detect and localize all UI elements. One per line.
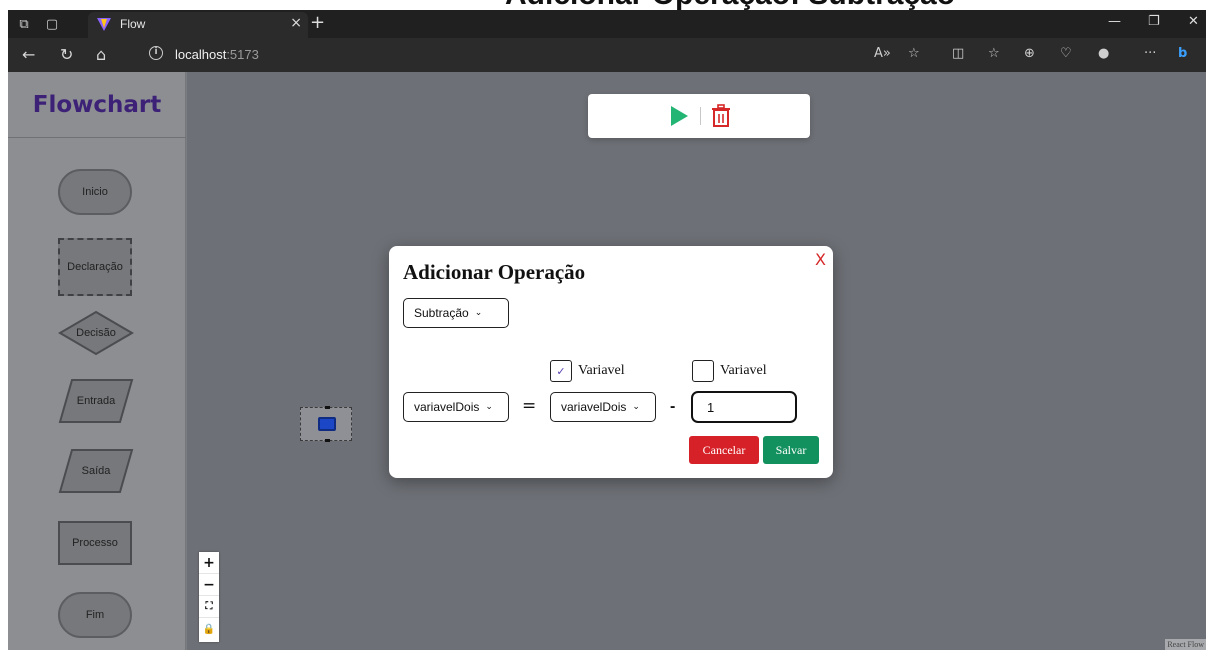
- right-variable-checkbox[interactable]: ✓: [550, 360, 572, 382]
- palette-node-label: Fim: [85, 609, 105, 621]
- palette-node-label: Declaração: [67, 261, 123, 273]
- right-variable-checkbox-label: Variavel: [578, 363, 625, 378]
- operand-variable-toggle[interactable]: Variavel: [692, 360, 767, 382]
- copilot-icon[interactable]: b: [1178, 46, 1187, 61]
- url-field[interactable]: i localhost:5173: [143, 43, 1163, 67]
- source-variable-value: variavelDois: [561, 400, 627, 414]
- source-variable-select[interactable]: variavelDois ⌄: [550, 392, 656, 422]
- target-variable-select[interactable]: variavelDois ⌄: [403, 392, 509, 422]
- save-button[interactable]: Salvar: [763, 436, 819, 464]
- app-brand: Flowchart: [8, 72, 186, 138]
- workspaces-icon[interactable]: ⧉: [14, 14, 34, 34]
- operand-variable-checkbox-label: Variavel: [720, 363, 767, 378]
- play-icon[interactable]: [668, 105, 690, 127]
- palette-node-fim[interactable]: Fim: [58, 592, 132, 638]
- refresh-icon[interactable]: ↻: [60, 45, 73, 64]
- tab-bar: ⧉ ▢ Flow × + — ❐ ✕: [8, 10, 1206, 38]
- tab-close-icon[interactable]: ×: [290, 15, 302, 31]
- operand-value-input[interactable]: [691, 391, 797, 423]
- react-flow-attribution[interactable]: React Flow: [1165, 639, 1206, 650]
- operator-sign: -: [670, 398, 676, 415]
- palette-node-saida[interactable]: Saída: [58, 448, 134, 494]
- palette-node-label: Processo: [72, 537, 118, 549]
- close-window-icon[interactable]: ✕: [1188, 14, 1199, 29]
- add-operation-dialog: X Adicionar Operação Subtração ⌄ ✓ Varia…: [389, 246, 833, 478]
- flow-node-body: [318, 417, 336, 431]
- palette-node-processo[interactable]: Processo: [58, 521, 132, 565]
- dialog-title: Adicionar Operação: [403, 260, 586, 284]
- flow-node[interactable]: [300, 406, 352, 442]
- more-options-icon[interactable]: ···: [1144, 46, 1156, 61]
- minimize-icon[interactable]: —: [1108, 14, 1121, 29]
- url-text: localhost:5173: [175, 47, 259, 62]
- palette-node-label: Inicio: [82, 186, 108, 198]
- canvas-toolbar: [588, 94, 810, 138]
- zoom-out-button[interactable]: −: [199, 574, 219, 596]
- app-title: Flowchart: [32, 91, 162, 118]
- operation-select-value: Subtração: [414, 306, 469, 320]
- chevron-down-icon: ⌄: [485, 402, 493, 412]
- trash-icon[interactable]: [710, 104, 732, 128]
- node-palette-sidebar: Flowchart Inicio Declaração Decisão Entr…: [8, 72, 186, 650]
- operand-variable-checkbox[interactable]: [692, 360, 714, 382]
- toolbar-divider: [700, 107, 701, 125]
- node-handle-top[interactable]: [325, 406, 330, 409]
- address-bar: ← ↻ ⌂ i localhost:5173 A» ☆ ◫ ☆ ⊕ ♡ ● ··…: [8, 38, 1206, 72]
- palette-node-label: Decisão: [76, 327, 116, 339]
- operation-select[interactable]: Subtração ⌄: [403, 298, 509, 328]
- home-icon[interactable]: ⌂: [96, 45, 106, 64]
- cancel-button[interactable]: Cancelar: [689, 436, 759, 464]
- site-info-icon[interactable]: i: [149, 46, 163, 60]
- tab-title: Flow: [120, 17, 146, 31]
- chevron-down-icon: ⌄: [632, 402, 640, 412]
- palette-node-label: Entrada: [76, 395, 116, 407]
- back-icon[interactable]: ←: [22, 45, 35, 64]
- split-screen-icon[interactable]: ◫: [952, 46, 964, 61]
- equals-sign: =: [522, 396, 537, 416]
- close-dialog-button[interactable]: X: [815, 250, 826, 269]
- palette-node-decisao[interactable]: Decisão: [58, 310, 134, 356]
- page-caption: Adicionar Operação: Subtração: [0, 0, 1206, 10]
- favorite-star-icon[interactable]: ☆: [908, 46, 920, 61]
- new-tab-icon[interactable]: +: [310, 12, 325, 33]
- palette-node-inicio[interactable]: Inicio: [58, 169, 132, 215]
- fit-view-button[interactable]: ⛶: [199, 596, 219, 618]
- tab-actions-icon[interactable]: ▢: [42, 14, 62, 34]
- lock-button[interactable]: 🔒: [199, 618, 219, 640]
- palette-node-declaracao[interactable]: Declaração: [58, 238, 132, 296]
- tab-flow[interactable]: Flow ×: [88, 12, 308, 38]
- target-variable-value: variavelDois: [414, 400, 480, 414]
- right-variable-toggle[interactable]: ✓ Variavel: [550, 360, 625, 382]
- profile-avatar-icon[interactable]: ●: [1098, 46, 1109, 61]
- read-aloud-icon[interactable]: A»: [874, 46, 891, 61]
- favorites-icon[interactable]: ☆: [988, 46, 1000, 61]
- browser-essentials-icon[interactable]: ♡: [1060, 46, 1072, 61]
- node-handle-bottom[interactable]: [325, 439, 330, 442]
- restore-icon[interactable]: ❐: [1148, 14, 1160, 29]
- page-caption-text: Adicionar Operação: Subtração: [505, 0, 955, 10]
- vite-logo-icon: [97, 18, 111, 31]
- canvas-controls: + − ⛶ 🔒: [199, 552, 219, 642]
- chevron-down-icon: ⌄: [474, 308, 483, 318]
- zoom-in-button[interactable]: +: [199, 552, 219, 574]
- palette-node-entrada[interactable]: Entrada: [58, 378, 134, 424]
- checkmark-icon: ✓: [556, 364, 566, 378]
- palette-node-label: Saída: [81, 465, 111, 477]
- collections-icon[interactable]: ⊕: [1024, 46, 1035, 61]
